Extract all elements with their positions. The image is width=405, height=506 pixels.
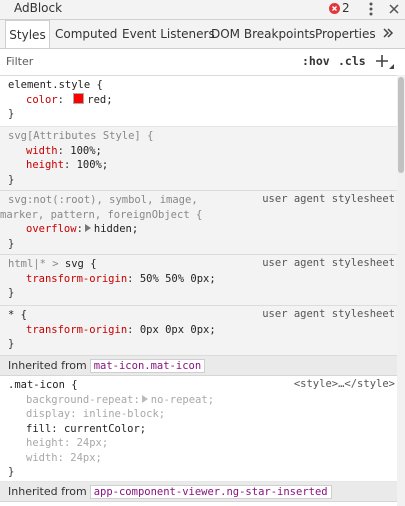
property-name: transform-origin xyxy=(26,323,128,336)
declaration[interactable]: width: 24px; xyxy=(8,451,397,466)
inherited-source-link[interactable]: mat-icon.mat-icon xyxy=(89,359,206,373)
hover-state-button[interactable]: :hov xyxy=(302,54,330,68)
class-toggle-button[interactable]: .cls xyxy=(338,54,366,68)
style-rule-element: element.style { color: red; } xyxy=(0,76,397,127)
rule-close-brace: } xyxy=(8,108,15,120)
styles-pane: element.style { color: red; } svg[Attrib… xyxy=(0,76,397,506)
property-value: hidden; xyxy=(93,223,139,235)
property-value[interactable]: 24px; xyxy=(70,452,102,464)
tab-event-listeners[interactable]: Event Listeners xyxy=(122,20,215,47)
property-name[interactable]: display xyxy=(26,408,70,420)
property-name[interactable]: width xyxy=(26,452,58,464)
declaration[interactable]: color: red; xyxy=(8,92,397,108)
inherited-source-link[interactable]: app-component-viewer.ng-star-inserted xyxy=(89,485,332,499)
property-value: 100%; xyxy=(70,144,102,157)
inherited-label: Inherited from xyxy=(8,359,87,372)
declaration: height: 100%; xyxy=(26,159,109,171)
declaration: transform-origin: 50% 50% 0px; xyxy=(26,272,216,285)
styles-toolbar: :hov .cls xyxy=(0,49,405,76)
rule-selector: svg { xyxy=(64,258,97,270)
declaration[interactable]: display: inline-block; xyxy=(8,407,397,422)
double-chevron-icon[interactable] xyxy=(382,27,394,39)
error-count[interactable]: 2 xyxy=(342,0,350,17)
expand-triangle-icon[interactable] xyxy=(141,394,148,403)
window-title: AdBlock xyxy=(14,1,63,15)
property-name: height xyxy=(26,159,64,171)
plus-icon[interactable] xyxy=(375,54,389,68)
property-value[interactable]: inline-block; xyxy=(83,408,165,420)
inherited-label: Inherited from xyxy=(8,485,87,498)
rule-selector-cont: marker, pattern, foreignObject { xyxy=(0,208,203,221)
filter-input[interactable] xyxy=(6,53,256,70)
style-rule-ua-html-svg: user agent stylesheet html|* > svg { tra… xyxy=(0,255,397,306)
style-rule-mat-icon: <style>…</style> .mat-icon { background-… xyxy=(0,376,397,482)
sidebar-tabs: Styles Computed Event Listeners DOM Brea… xyxy=(0,20,405,49)
rule-origin[interactable]: <style>…</style> xyxy=(294,378,395,390)
expand-triangle-icon[interactable] xyxy=(84,224,91,232)
rule-close-brace: } xyxy=(8,237,15,250)
property-value: 50% 50% 0px; xyxy=(139,272,216,285)
inherited-from-header: Inherited from app-component-viewer.ng-st… xyxy=(0,482,397,502)
color-swatch-icon[interactable] xyxy=(73,92,85,104)
rule-close-brace: } xyxy=(8,173,15,186)
property-name[interactable]: color xyxy=(26,94,58,106)
property-name: overflow xyxy=(26,223,77,235)
property-value[interactable]: 24px; xyxy=(77,437,109,449)
tab-computed[interactable]: Computed xyxy=(55,20,117,47)
declaration: width: 100%; xyxy=(26,144,102,157)
declaration: transform-origin: 0px 0px 0px; xyxy=(26,323,216,336)
style-rule-svg-attributes: svg[Attributes Style] { width: 100%; hei… xyxy=(0,127,397,191)
rule-close-brace: } xyxy=(8,287,15,299)
kebab-menu-icon[interactable] xyxy=(364,1,378,17)
tab-properties[interactable]: Properties xyxy=(315,20,376,47)
rule-close-brace: } xyxy=(8,338,15,350)
style-rule-ua-universal: user agent stylesheet * { transform-orig… xyxy=(0,306,397,356)
declaration[interactable]: background-repeat: no-repeat; xyxy=(8,393,397,408)
property-value[interactable]: no-repeat; xyxy=(151,394,214,406)
inherited-from-header: Inherited from mat-icon.mat-icon xyxy=(0,356,397,376)
rule-selector-prefix: html|* > xyxy=(8,258,65,270)
rule-origin: user agent stylesheet xyxy=(262,257,395,269)
declaration[interactable]: fill: currentColor; xyxy=(8,422,397,437)
style-rule-ua-svg: user agent stylesheet svg:not(:root), sy… xyxy=(0,191,397,255)
styles-scrollbar[interactable] xyxy=(397,75,405,506)
close-icon[interactable] xyxy=(387,2,401,16)
declaration: overflow: hidden; xyxy=(26,223,139,235)
new-rule-caret-icon[interactable] xyxy=(389,64,394,69)
declaration[interactable]: height: 24px; xyxy=(8,436,397,451)
rule-selector[interactable]: element.style { xyxy=(8,79,103,91)
property-name[interactable]: background-repeat xyxy=(26,394,133,406)
property-name[interactable]: height xyxy=(26,437,64,449)
property-value: 0px 0px 0px; xyxy=(139,323,216,336)
error-circle-icon[interactable] xyxy=(329,3,340,14)
property-name[interactable]: fill xyxy=(26,423,51,435)
rule-selector[interactable]: .mat-icon { xyxy=(8,379,78,391)
rule-origin: user agent stylesheet xyxy=(262,193,395,205)
rule-close-brace: } xyxy=(8,466,15,478)
tab-styles[interactable]: Styles xyxy=(5,20,50,48)
tab-dom-breakpoints[interactable]: DOM Breakpoints xyxy=(211,20,315,47)
property-value[interactable]: red; xyxy=(87,94,112,106)
scrollbar-thumb[interactable] xyxy=(398,77,404,173)
property-value[interactable]: currentColor; xyxy=(64,423,146,435)
property-name: transform-origin xyxy=(26,272,128,285)
rule-selector: svg:not(:root), symbol, image, xyxy=(8,194,198,206)
property-name: width xyxy=(26,144,58,157)
rule-origin: user agent stylesheet xyxy=(262,308,395,320)
title-bar: AdBlock 2 xyxy=(0,0,405,20)
rule-selector: * { xyxy=(8,309,27,321)
rule-selector: svg[Attributes Style] { xyxy=(8,130,154,142)
property-value: 100%; xyxy=(76,159,109,171)
